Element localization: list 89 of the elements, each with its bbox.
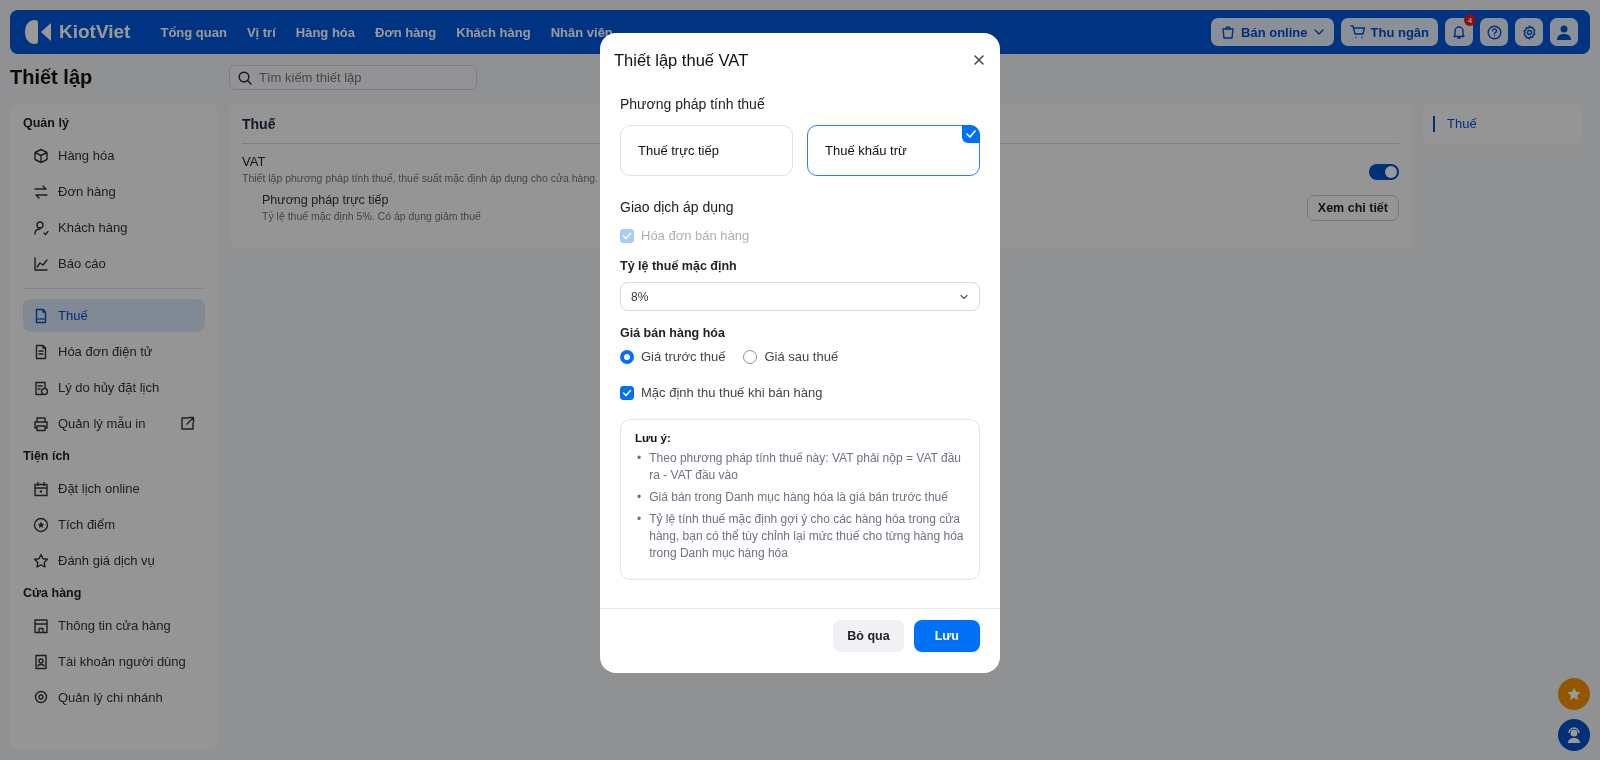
box-icon [33, 147, 49, 164]
check-icon [965, 128, 977, 140]
sidebar-item[interactable]: Khách hàng [23, 211, 205, 244]
dialog-title: Thiết lập thuế VAT [614, 50, 749, 70]
section-heading: Cửa hàng [23, 585, 83, 601]
online-sales-button[interactable]: Bán online [1211, 18, 1334, 46]
support-button[interactable] [1558, 719, 1590, 751]
check-icon [622, 388, 632, 398]
bullet: • [637, 511, 642, 528]
section-heading: Tiện ích [23, 448, 71, 464]
field-label: Tỷ lệ thuế mặc định [620, 258, 738, 274]
note-item: Theo phương pháp tính thuế này: VAT phải nộp = VAT đầu ra - VAT đầu vào [649, 450, 962, 484]
support-agent-icon [1565, 726, 1583, 744]
star-circle-icon [33, 516, 49, 533]
checkbox-label: Hóa đơn bán hàng [641, 228, 750, 244]
note-item: Giá bán trong Danh mục hàng hóa là giá bán trước thuế [649, 489, 948, 506]
sidebar-item[interactable]: Quản lý chi nhánh [23, 681, 205, 714]
section-nav-link[interactable]: Thuế [1433, 116, 1477, 132]
logo-text: KiotViet [59, 21, 131, 43]
nav-link[interactable]: Vị trí [246, 24, 276, 40]
nav-link[interactable]: Đơn hàng [375, 24, 437, 40]
nav-link[interactable]: Tổng quan [160, 24, 227, 40]
nav-link[interactable]: Hàng hóa [295, 24, 355, 40]
question-icon [1486, 24, 1502, 40]
settings-button[interactable] [1515, 18, 1543, 46]
nav-link[interactable]: Khách hàng [456, 24, 531, 40]
notification-count: 4 [1464, 14, 1476, 26]
search-icon [238, 71, 252, 85]
field-label: Giá bán hàng hóa [620, 325, 726, 341]
sidebar-item[interactable]: Thông tin cửa hàng [23, 609, 205, 642]
search-field[interactable]: Tìm kiếm thiết lập [229, 65, 477, 90]
sidebar-item[interactable]: Quản lý mẫu in [23, 407, 205, 440]
user-icon [33, 219, 49, 236]
method-note: Tỷ lệ thuế mặc định 5%. Có áp dụng giảm thuế [262, 209, 481, 224]
star-icon [33, 552, 49, 569]
sidebar-item[interactable]: Tích điểm [23, 508, 205, 541]
sidebar-item[interactable]: Đặt lịch online [23, 472, 205, 505]
save-button[interactable]: Lưu [913, 620, 980, 652]
setting-description: Thiết lập phương pháp tính thuế, thuế suất mặc định áp dụng cho cửa hàng. [242, 171, 599, 186]
method-name: Phương pháp trực tiếp [262, 192, 390, 208]
setting-name: VAT [242, 154, 267, 170]
id-card-icon [33, 653, 49, 670]
tax-rate-dropdown[interactable]: 8% [620, 282, 980, 311]
avatar-button[interactable] [1550, 18, 1578, 46]
sidebar-item[interactable]: Đánh giá dịch vụ [23, 544, 205, 577]
bell-icon [1452, 25, 1466, 39]
help-button[interactable] [1480, 18, 1508, 46]
view-details-button[interactable]: Xem chi tiết [1306, 195, 1399, 221]
sidebar-item[interactable]: Thuế [23, 299, 205, 332]
avatar-icon [1555, 23, 1573, 41]
store-icon [33, 617, 49, 634]
sidebar-item[interactable]: Lý do hủy đặt lịch [23, 371, 205, 404]
logo-icon [23, 18, 53, 46]
radio-label: Giá trước thuế [641, 349, 726, 365]
cart-icon [1349, 24, 1366, 40]
tax-document-icon [33, 307, 49, 324]
sidebar-item[interactable]: Tài khoản người dùng [23, 645, 205, 678]
location-icon [33, 689, 49, 706]
cancel-button[interactable]: Bỏ qua [833, 620, 904, 652]
checkbox[interactable] [620, 386, 634, 400]
bullet: • [637, 450, 642, 467]
chart-icon [33, 255, 49, 272]
star-icon [1566, 686, 1582, 702]
sidebar-item[interactable]: Đơn hàng [23, 175, 205, 208]
page-title: Thiết lập [10, 65, 94, 90]
checkbox-label: Mặc định thu thuế khi bán hàng [641, 385, 823, 401]
sidebar-item[interactable]: Hóa đơn điện tử [23, 335, 205, 368]
option-card[interactable]: Thuế khấu trừ [807, 125, 980, 176]
radio-label: Giá sau thuế [764, 349, 839, 365]
option-card[interactable]: Thuế trực tiếp [620, 125, 793, 176]
calendar-icon [33, 480, 49, 497]
close-button[interactable] [972, 53, 986, 67]
arrows-icon [33, 183, 49, 200]
note-title: Lưu ý: [635, 431, 672, 446]
section-heading: Giao dịch áp dụng [620, 198, 735, 216]
sidebar-item[interactable]: Báo cáo [23, 247, 205, 280]
radio-button[interactable] [743, 350, 758, 364]
bullet: • [637, 489, 642, 506]
sidebar-item[interactable]: Hàng hóa [23, 139, 205, 172]
toggle-switch[interactable] [1369, 164, 1399, 180]
shopping-bag-icon [1220, 24, 1237, 40]
note-item: Tỷ lệ tính thuế mặc định gợi ý cho các hàng hóa trong cửa hàng, bạn có thể tùy chỉnh lại mức thuế cho từng hàng hóa trong Danh mục hàng hóa [649, 511, 965, 562]
cashier-button[interactable]: Thu ngân [1340, 18, 1438, 46]
radio-button[interactable] [620, 350, 634, 364]
document-icon [33, 343, 49, 360]
section-heading: Quản lý [23, 115, 70, 131]
gear-icon [1521, 24, 1537, 40]
printer-icon [33, 415, 49, 432]
close-icon [972, 53, 986, 67]
